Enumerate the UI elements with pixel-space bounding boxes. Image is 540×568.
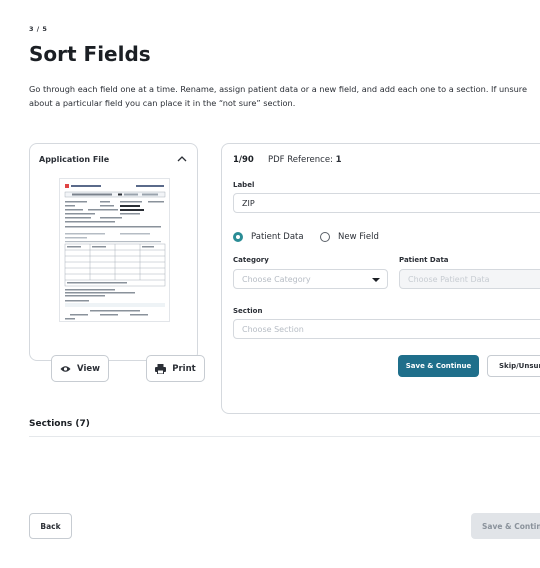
save-continue-field-button[interactable]: Save & Continue — [398, 355, 479, 377]
category-select[interactable]: Choose Category — [233, 269, 388, 289]
radio-patient-data-label: Patient Data — [251, 232, 304, 242]
radio-new-field[interactable]: New Field — [320, 232, 379, 242]
chevron-down-icon — [372, 278, 380, 282]
radio-patient-data[interactable]: Patient Data — [233, 232, 304, 242]
field-form-card: 1/90 PDF Reference: 1 Label ZIP Patient … — [221, 143, 540, 414]
section-select[interactable]: Choose Section — [233, 319, 540, 339]
page-description: Go through each field one at a time. Ren… — [29, 84, 528, 108]
radio-unselected-icon — [320, 232, 330, 242]
skip-unsure-button[interactable]: Skip/Unsure — [487, 355, 540, 377]
chevron-up-icon[interactable] — [177, 155, 187, 163]
label-input[interactable]: ZIP — [233, 193, 540, 213]
view-button-label: View — [77, 363, 100, 374]
pdf-reference-label: PDF Reference: — [268, 155, 333, 165]
printer-icon — [155, 363, 167, 374]
print-button-label: Print — [172, 363, 196, 374]
view-button[interactable]: View — [51, 355, 109, 382]
patient-data-select[interactable]: Choose Patient Data — [399, 269, 540, 289]
divider — [29, 436, 540, 437]
step-indicator: 3 / 5 — [29, 25, 48, 33]
field-counter: 1/90 — [233, 155, 254, 165]
sections-heading[interactable]: Sections (7) — [29, 419, 90, 429]
print-button[interactable]: Print — [146, 355, 205, 382]
pdf-reference-value: 1 — [335, 155, 342, 165]
radio-new-field-label: New Field — [338, 232, 379, 242]
pdf-reference: PDF Reference: 1 — [268, 155, 342, 165]
radio-selected-icon — [233, 232, 243, 242]
back-button[interactable]: Back — [29, 513, 72, 539]
section-title: Section — [233, 307, 263, 315]
label-title: Label — [233, 181, 255, 189]
patient-data-title: Patient Data — [399, 256, 449, 264]
application-file-card: Application File View Print — [29, 143, 205, 382]
save-continue-button[interactable]: Save & Continue — [471, 513, 540, 539]
eye-icon — [60, 365, 71, 372]
page-title: Sort Fields — [29, 42, 151, 66]
category-title: Category — [233, 256, 269, 264]
application-file-title: Application File — [39, 155, 110, 164]
document-thumbnail[interactable] — [59, 178, 170, 322]
